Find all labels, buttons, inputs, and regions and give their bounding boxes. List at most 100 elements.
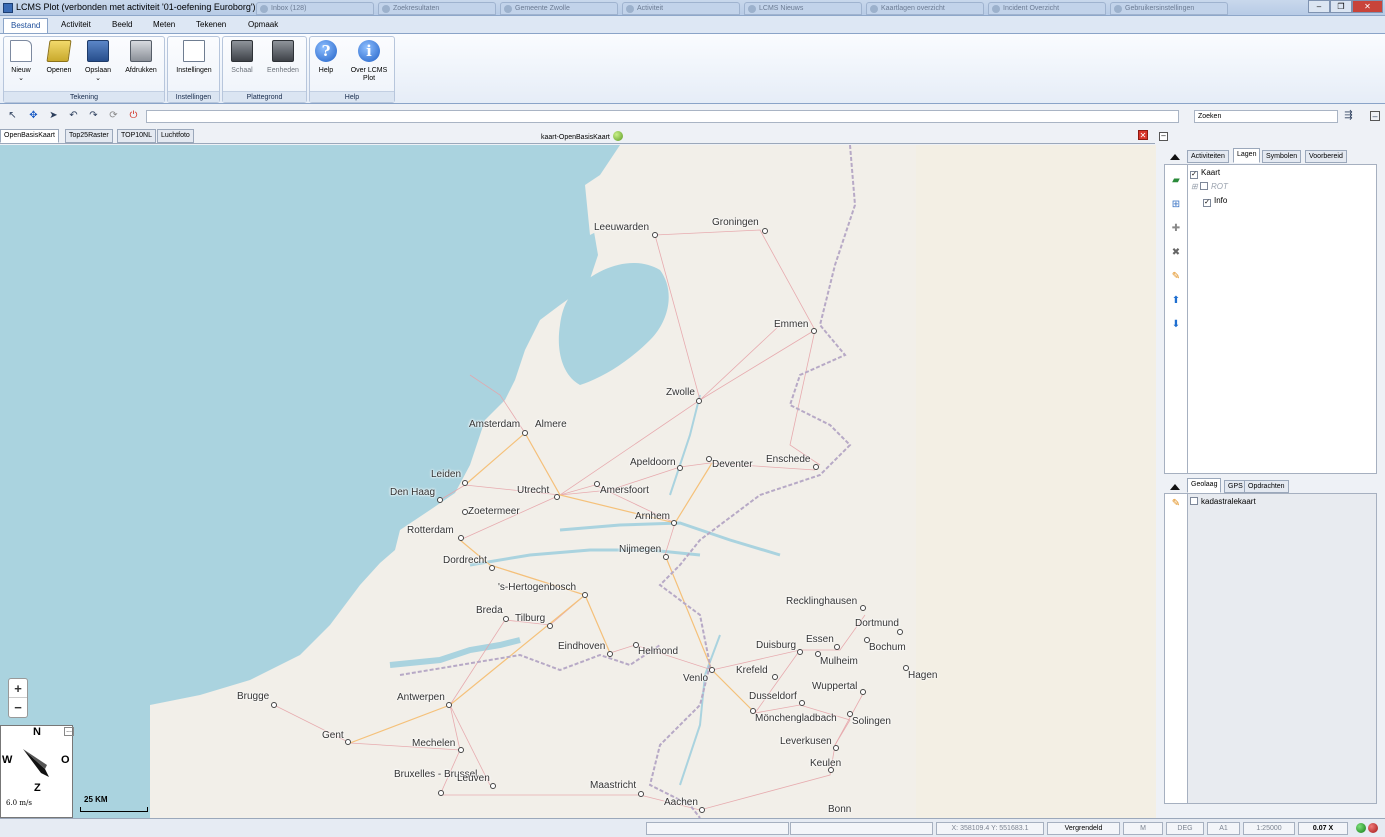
city-marker[interactable]: [677, 465, 683, 471]
edit-pencil-icon[interactable]: ✎: [1170, 271, 1182, 283]
city-marker[interactable]: [772, 674, 778, 680]
plus-icon[interactable]: ✚: [1170, 223, 1182, 235]
city-marker[interactable]: [860, 605, 866, 611]
compass-more-button[interactable]: ...: [64, 727, 74, 736]
tab-luchtfoto[interactable]: Luchtfoto: [157, 129, 194, 143]
status-paper[interactable]: A1: [1207, 822, 1240, 835]
tab-activiteiten[interactable]: Activiteiten: [1187, 150, 1229, 163]
tab-top25raster[interactable]: Top25Raster: [65, 129, 113, 143]
menu-opmaak[interactable]: Opmaak: [241, 18, 285, 33]
city-marker[interactable]: [671, 520, 677, 526]
browser-tab[interactable]: Gemeente Zwolle: [500, 2, 618, 15]
save-button[interactable]: Opslaan ⌄: [81, 40, 115, 83]
status-scale[interactable]: 1:25000: [1243, 822, 1295, 835]
city-marker[interactable]: [582, 592, 588, 598]
open-button[interactable]: Openen: [42, 40, 76, 75]
status-zoom[interactable]: 0.07 X: [1298, 822, 1348, 835]
city-marker[interactable]: [828, 767, 834, 773]
units-button[interactable]: Eenheden: [263, 40, 303, 75]
city-marker[interactable]: [750, 708, 756, 714]
collapse-up-icon[interactable]: [1170, 154, 1180, 160]
city-marker[interactable]: [834, 644, 840, 650]
city-marker[interactable]: [762, 228, 768, 234]
city-marker[interactable]: [607, 651, 613, 657]
tab-lagen[interactable]: Lagen: [1233, 148, 1261, 163]
city-marker[interactable]: [652, 232, 658, 238]
city-marker[interactable]: [903, 665, 909, 671]
print-button[interactable]: Afdrukken: [120, 40, 162, 75]
city-marker[interactable]: [799, 700, 805, 706]
new-button[interactable]: Nieuw ⌄: [7, 40, 35, 83]
browser-tab[interactable]: Incident Overzicht: [988, 2, 1106, 15]
city-marker[interactable]: [699, 807, 705, 813]
city-marker[interactable]: [503, 616, 509, 622]
city-marker[interactable]: [811, 328, 817, 334]
status-lock[interactable]: Vergrendeld: [1047, 822, 1120, 835]
checkbox-checked-icon[interactable]: ✓: [1190, 171, 1198, 179]
menu-meten[interactable]: Meten: [146, 18, 182, 33]
help-button[interactable]: ? Help: [313, 40, 339, 75]
city-marker[interactable]: [458, 535, 464, 541]
city-marker[interactable]: [813, 464, 819, 470]
move-down-icon[interactable]: ⬇: [1170, 319, 1182, 331]
maximize-button[interactable]: ❐: [1330, 0, 1352, 13]
zoom-in-button[interactable]: +: [9, 679, 27, 698]
city-marker[interactable]: [847, 711, 853, 717]
city-marker[interactable]: [897, 629, 903, 635]
city-marker[interactable]: [709, 667, 715, 673]
city-marker[interactable]: [462, 509, 468, 515]
city-marker[interactable]: [271, 702, 277, 708]
checkbox-icon[interactable]: [1199, 182, 1208, 190]
collapse-toolbar-icon[interactable]: –: [1370, 111, 1380, 121]
select-tool-icon[interactable]: ↖: [6, 109, 19, 122]
close-button[interactable]: ✕: [1352, 0, 1383, 13]
stop-icon[interactable]: ⏻: [127, 109, 140, 122]
refresh-icon[interactable]: ⟳: [107, 109, 120, 122]
map-canvas[interactable]: Leeuwarden Groningen Emmen Zwolle Amster…: [0, 145, 1157, 818]
checkbox-icon[interactable]: [1190, 497, 1198, 505]
tab-geolaag[interactable]: Geolaag: [1187, 478, 1222, 493]
layer-kaart[interactable]: ✓ Kaart: [1190, 168, 1220, 179]
city-marker[interactable]: [594, 481, 600, 487]
status-m[interactable]: M: [1123, 822, 1163, 835]
city-marker[interactable]: [815, 651, 821, 657]
collapse-panel-icon[interactable]: –: [1159, 132, 1168, 141]
tab-symbolen[interactable]: Symbolen: [1262, 150, 1302, 163]
city-marker[interactable]: [706, 456, 712, 462]
menu-beeld[interactable]: Beeld: [105, 18, 139, 33]
city-marker[interactable]: [438, 790, 444, 796]
edit-pencil-icon[interactable]: ✎: [1170, 498, 1182, 510]
command-input[interactable]: [146, 110, 1179, 123]
minimize-button[interactable]: –: [1308, 0, 1330, 13]
city-marker[interactable]: [490, 783, 496, 789]
city-marker[interactable]: [638, 791, 644, 797]
about-button[interactable]: i Over LCMS Plot: [346, 40, 392, 83]
browser-tab[interactable]: Zoekresultaten: [378, 2, 496, 15]
browser-tab[interactable]: Gebruikersinstellingen: [1110, 2, 1228, 15]
city-marker[interactable]: [458, 747, 464, 753]
city-marker[interactable]: [446, 702, 452, 708]
city-marker[interactable]: [489, 565, 495, 571]
tab-openbasiskaart[interactable]: OpenBasisKaart: [0, 129, 59, 143]
search-go-icon[interactable]: ⇶: [1342, 109, 1355, 122]
browser-tab[interactable]: Activiteit: [622, 2, 740, 15]
city-marker[interactable]: [462, 480, 468, 486]
city-marker[interactable]: [554, 494, 560, 500]
layer-info[interactable]: ✓ Info: [1203, 196, 1227, 207]
menu-activiteit[interactable]: Activiteit: [54, 18, 98, 33]
menu-tekenen[interactable]: Tekenen: [189, 18, 233, 33]
checkbox-checked-icon[interactable]: ✓: [1203, 199, 1211, 207]
settings-button[interactable]: Instellingen: [171, 40, 217, 75]
city-marker[interactable]: [345, 739, 351, 745]
city-marker[interactable]: [547, 623, 553, 629]
tab-voorbereid[interactable]: Voorbereid: [1305, 150, 1347, 163]
tab-opdrachten[interactable]: Opdrachten: [1244, 480, 1289, 493]
city-marker[interactable]: [663, 554, 669, 560]
menu-bestand[interactable]: Bestand: [3, 18, 49, 33]
geolayer-item[interactable]: kadastralekaart: [1190, 497, 1256, 506]
expand-icon[interactable]: ⊞: [1191, 182, 1198, 191]
layer-rot[interactable]: ⊞ ROT: [1191, 182, 1228, 191]
new-layer-icon[interactable]: ⊞: [1170, 199, 1182, 211]
browser-tab[interactable]: Inbox (128): [256, 2, 374, 15]
browser-tab[interactable]: LCMS Nieuws: [744, 2, 862, 15]
